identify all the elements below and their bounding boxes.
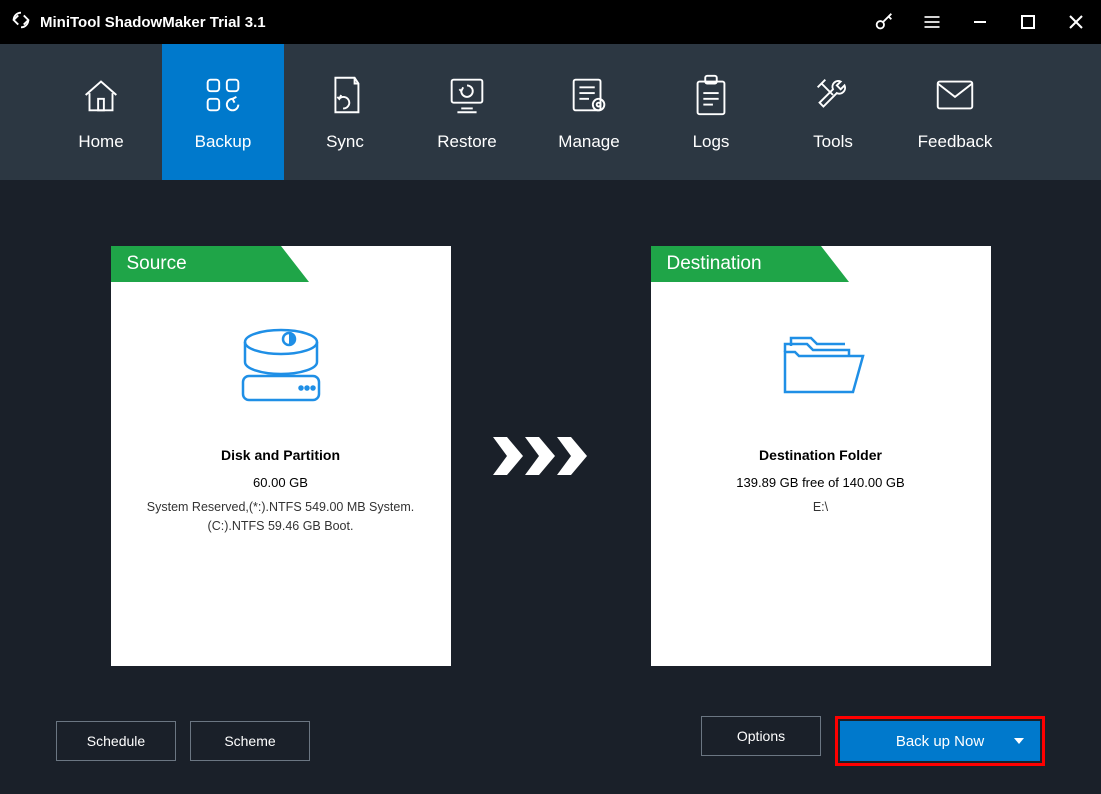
minimize-button[interactable] bbox=[965, 7, 995, 37]
manage-icon bbox=[565, 72, 613, 118]
nav-label: Feedback bbox=[918, 132, 993, 152]
destination-heading: Destination Folder bbox=[759, 447, 882, 463]
maximize-button[interactable] bbox=[1013, 7, 1043, 37]
nav-home[interactable]: Home bbox=[40, 44, 162, 180]
menu-icon[interactable] bbox=[917, 7, 947, 37]
sync-icon bbox=[321, 72, 369, 118]
nav-label: Sync bbox=[326, 132, 364, 152]
options-label: Options bbox=[737, 728, 785, 744]
destination-tab-label: Destination bbox=[667, 253, 762, 275]
close-button[interactable] bbox=[1061, 7, 1091, 37]
tools-icon bbox=[809, 72, 857, 118]
feedback-icon bbox=[931, 72, 979, 118]
source-tab: Source bbox=[111, 246, 281, 282]
transfer-arrows-icon bbox=[491, 431, 611, 481]
app-logo-icon bbox=[10, 9, 32, 36]
titlebar-controls bbox=[869, 7, 1091, 37]
content-area: Source Disk and Partition 60.00 GB Syste… bbox=[0, 180, 1101, 794]
source-panel[interactable]: Source Disk and Partition 60.00 GB Syste… bbox=[111, 246, 451, 666]
nav-manage[interactable]: Manage bbox=[528, 44, 650, 180]
destination-tab: Destination bbox=[651, 246, 821, 282]
source-heading: Disk and Partition bbox=[221, 447, 340, 463]
folder-icon bbox=[771, 326, 871, 411]
schedule-label: Schedule bbox=[87, 733, 145, 749]
source-details: System Reserved,(*:).NTFS 549.00 MB Syst… bbox=[125, 498, 437, 536]
app-title: MiniTool ShadowMaker Trial 3.1 bbox=[40, 14, 266, 31]
nav-restore[interactable]: Restore bbox=[406, 44, 528, 180]
nav-label: Tools bbox=[813, 132, 853, 152]
chevron-down-icon bbox=[1014, 738, 1024, 744]
navbar: Home Backup Sync Restore bbox=[0, 44, 1101, 180]
nav-backup[interactable]: Backup bbox=[162, 44, 284, 180]
nav-label: Manage bbox=[558, 132, 619, 152]
nav-label: Home bbox=[78, 132, 123, 152]
backup-icon bbox=[199, 72, 247, 118]
nav-logs[interactable]: Logs bbox=[650, 44, 772, 180]
schedule-button[interactable]: Schedule bbox=[56, 721, 176, 761]
disk-icon bbox=[231, 326, 331, 411]
backup-now-highlight: Back up Now bbox=[835, 716, 1045, 766]
titlebar: MiniTool ShadowMaker Trial 3.1 bbox=[0, 0, 1101, 44]
nav-label: Logs bbox=[693, 132, 730, 152]
destination-panel[interactable]: Destination Destination Folder 139.89 GB… bbox=[651, 246, 991, 666]
source-size: 60.00 GB bbox=[253, 475, 308, 490]
key-icon[interactable] bbox=[869, 7, 899, 37]
scheme-button[interactable]: Scheme bbox=[190, 721, 310, 761]
nav-label: Backup bbox=[195, 132, 252, 152]
options-button[interactable]: Options bbox=[701, 716, 821, 756]
nav-label: Restore bbox=[437, 132, 497, 152]
scheme-label: Scheme bbox=[224, 733, 275, 749]
backup-now-label: Back up Now bbox=[896, 733, 984, 750]
restore-icon bbox=[443, 72, 491, 118]
destination-free: 139.89 GB free of 140.00 GB bbox=[736, 475, 904, 490]
footer-bar: Schedule Scheme Options Back up Now bbox=[0, 716, 1101, 766]
nav-tools[interactable]: Tools bbox=[772, 44, 894, 180]
source-tab-label: Source bbox=[127, 253, 187, 275]
home-icon bbox=[77, 72, 125, 118]
backup-now-button[interactable]: Back up Now bbox=[840, 721, 1040, 761]
logs-icon bbox=[687, 72, 735, 118]
nav-sync[interactable]: Sync bbox=[284, 44, 406, 180]
titlebar-left: MiniTool ShadowMaker Trial 3.1 bbox=[10, 9, 266, 36]
destination-path: E:\ bbox=[813, 498, 828, 517]
nav-feedback[interactable]: Feedback bbox=[894, 44, 1016, 180]
